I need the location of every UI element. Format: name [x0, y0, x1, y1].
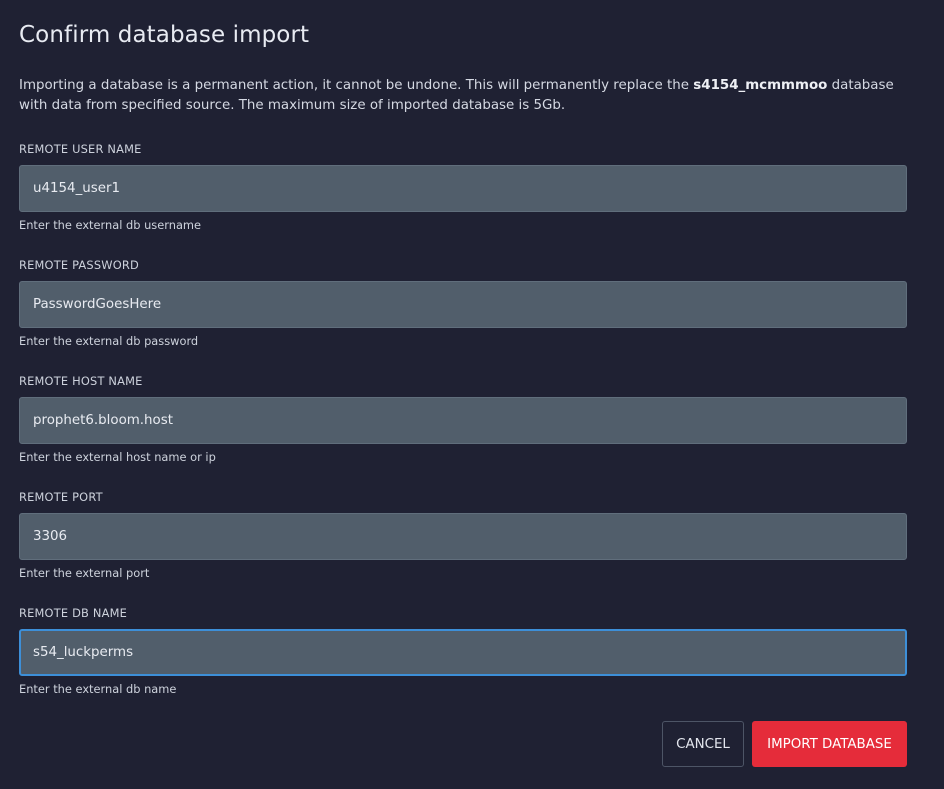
remote-host-name-field: REMOTE HOST NAME Enter the external host… [19, 374, 907, 464]
remote-host-name-input[interactable] [19, 397, 907, 444]
dialog-description: Importing a database is a permanent acti… [19, 76, 909, 116]
remote-port-field: REMOTE PORT Enter the external port [19, 490, 907, 580]
description-text-start: Importing a database is a permanent acti… [19, 78, 694, 93]
import-database-button[interactable]: IMPORT DATABASE [752, 721, 907, 767]
remote-db-name-helper: Enter the external db name [19, 682, 177, 696]
remote-password-input[interactable] [19, 281, 907, 328]
remote-password-helper: Enter the external db password [19, 334, 199, 348]
remote-db-name-label: REMOTE DB NAME [19, 606, 128, 620]
remote-password-label: REMOTE PASSWORD [19, 258, 139, 272]
remote-db-name-field: REMOTE DB NAME Enter the external db nam… [19, 606, 907, 696]
remote-port-helper: Enter the external port [19, 566, 150, 580]
cancel-button[interactable]: CANCEL [662, 721, 744, 767]
remote-user-name-field: REMOTE USER NAME Enter the external db u… [19, 142, 907, 232]
remote-password-field: REMOTE PASSWORD Enter the external db pa… [19, 258, 907, 348]
dialog-title: Confirm database import [19, 22, 310, 48]
target-database-name: s4154_mcmmmoo [693, 78, 828, 93]
remote-user-name-input[interactable] [19, 165, 907, 212]
import-database-dialog: Confirm database import Importing a data… [0, 0, 944, 789]
remote-db-name-input[interactable] [19, 629, 907, 676]
remote-host-name-label: REMOTE HOST NAME [19, 374, 143, 388]
remote-user-name-label: REMOTE USER NAME [19, 142, 142, 156]
remote-port-label: REMOTE PORT [19, 490, 103, 504]
remote-host-name-helper: Enter the external host name or ip [19, 450, 216, 464]
remote-user-name-helper: Enter the external db username [19, 218, 202, 232]
remote-port-input[interactable] [19, 513, 907, 560]
